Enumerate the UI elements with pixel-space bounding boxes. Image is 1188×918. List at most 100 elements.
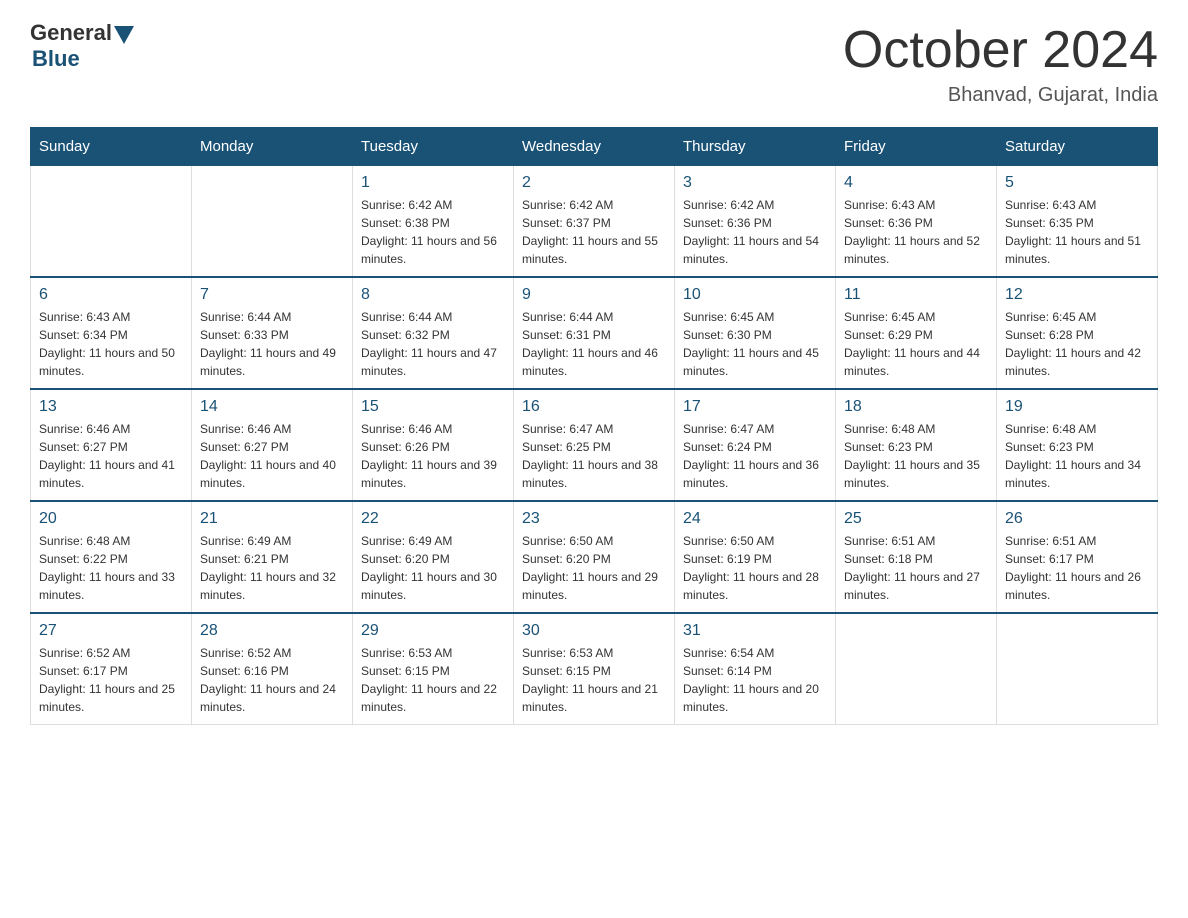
- calendar-cell: 9 Sunrise: 6:44 AMSunset: 6:31 PMDaylight…: [514, 277, 675, 389]
- day-number: 4: [844, 174, 988, 192]
- day-info: Sunrise: 6:44 AMSunset: 6:32 PMDaylight:…: [361, 308, 505, 380]
- header-day-wednesday: Wednesday: [514, 128, 675, 166]
- day-info: Sunrise: 6:48 AMSunset: 6:23 PMDaylight:…: [1005, 420, 1149, 492]
- day-number: 23: [522, 510, 666, 528]
- day-number: 16: [522, 398, 666, 416]
- day-info: Sunrise: 6:52 AMSunset: 6:17 PMDaylight:…: [39, 644, 183, 716]
- calendar-cell: 5 Sunrise: 6:43 AMSunset: 6:35 PMDaylight…: [997, 166, 1158, 278]
- day-info: Sunrise: 6:52 AMSunset: 6:16 PMDaylight:…: [200, 644, 344, 716]
- day-info: Sunrise: 6:50 AMSunset: 6:20 PMDaylight:…: [522, 532, 666, 604]
- location-text: Bhanvad, Gujarat, India: [843, 84, 1158, 107]
- day-number: 26: [1005, 510, 1149, 528]
- day-info: Sunrise: 6:43 AMSunset: 6:34 PMDaylight:…: [39, 308, 183, 380]
- header-row: SundayMondayTuesdayWednesdayThursdayFrid…: [31, 128, 1158, 166]
- day-info: Sunrise: 6:44 AMSunset: 6:31 PMDaylight:…: [522, 308, 666, 380]
- day-info: Sunrise: 6:42 AMSunset: 6:36 PMDaylight:…: [683, 196, 827, 268]
- calendar-cell: 26 Sunrise: 6:51 AMSunset: 6:17 PMDayligh…: [997, 501, 1158, 613]
- week-row-3: 13Sunrise: 6:46 AMSunset: 6:27 PMDayligh…: [31, 389, 1158, 501]
- day-info: Sunrise: 6:46 AMSunset: 6:27 PMDaylight:…: [200, 420, 344, 492]
- calendar-cell: [997, 613, 1158, 725]
- day-info: Sunrise: 6:51 AMSunset: 6:18 PMDaylight:…: [844, 532, 988, 604]
- day-number: 6: [39, 286, 183, 304]
- day-number: 17: [683, 398, 827, 416]
- day-info: Sunrise: 6:43 AMSunset: 6:35 PMDaylight:…: [1005, 196, 1149, 268]
- day-info: Sunrise: 6:46 AMSunset: 6:27 PMDaylight:…: [39, 420, 183, 492]
- day-number: 2: [522, 174, 666, 192]
- day-number: 21: [200, 510, 344, 528]
- calendar-cell: 6 Sunrise: 6:43 AMSunset: 6:34 PMDaylight…: [31, 277, 192, 389]
- day-number: 14: [200, 398, 344, 416]
- logo-triangle-icon: [114, 26, 134, 44]
- day-info: Sunrise: 6:47 AMSunset: 6:25 PMDaylight:…: [522, 420, 666, 492]
- day-number: 10: [683, 286, 827, 304]
- day-number: 9: [522, 286, 666, 304]
- header-day-sunday: Sunday: [31, 128, 192, 166]
- calendar-cell: 17 Sunrise: 6:47 AMSunset: 6:24 PMDayligh…: [675, 389, 836, 501]
- calendar-cell: 8 Sunrise: 6:44 AMSunset: 6:32 PMDaylight…: [353, 277, 514, 389]
- calendar-cell: 22 Sunrise: 6:49 AMSunset: 6:20 PMDayligh…: [353, 501, 514, 613]
- calendar-cell: 4 Sunrise: 6:43 AMSunset: 6:36 PMDaylight…: [836, 166, 997, 278]
- day-info: Sunrise: 6:47 AMSunset: 6:24 PMDaylight:…: [683, 420, 827, 492]
- calendar-cell: 13Sunrise: 6:46 AMSunset: 6:27 PMDayligh…: [31, 389, 192, 501]
- logo: General Blue: [30, 20, 134, 72]
- day-info: Sunrise: 6:48 AMSunset: 6:22 PMDaylight:…: [39, 532, 183, 604]
- day-number: 15: [361, 398, 505, 416]
- day-info: Sunrise: 6:49 AMSunset: 6:21 PMDaylight:…: [200, 532, 344, 604]
- day-info: Sunrise: 6:53 AMSunset: 6:15 PMDaylight:…: [522, 644, 666, 716]
- day-number: 25: [844, 510, 988, 528]
- day-number: 5: [1005, 174, 1149, 192]
- calendar-cell: 23 Sunrise: 6:50 AMSunset: 6:20 PMDayligh…: [514, 501, 675, 613]
- header-day-thursday: Thursday: [675, 128, 836, 166]
- day-info: Sunrise: 6:51 AMSunset: 6:17 PMDaylight:…: [1005, 532, 1149, 604]
- month-year-title: October 2024: [843, 20, 1158, 80]
- header-day-tuesday: Tuesday: [353, 128, 514, 166]
- week-row-5: 27 Sunrise: 6:52 AMSunset: 6:17 PMDayligh…: [31, 613, 1158, 725]
- calendar-cell: 14 Sunrise: 6:46 AMSunset: 6:27 PMDayligh…: [192, 389, 353, 501]
- week-row-4: 20Sunrise: 6:48 AMSunset: 6:22 PMDayligh…: [31, 501, 1158, 613]
- week-row-1: 1Sunrise: 6:42 AMSunset: 6:38 PMDaylight…: [31, 166, 1158, 278]
- day-info: Sunrise: 6:44 AMSunset: 6:33 PMDaylight:…: [200, 308, 344, 380]
- day-info: Sunrise: 6:43 AMSunset: 6:36 PMDaylight:…: [844, 196, 988, 268]
- day-number: 27: [39, 622, 183, 640]
- title-section: October 2024 Bhanvad, Gujarat, India: [843, 20, 1158, 107]
- day-number: 31: [683, 622, 827, 640]
- calendar-cell: 27 Sunrise: 6:52 AMSunset: 6:17 PMDayligh…: [31, 613, 192, 725]
- logo-general-text: General: [30, 20, 112, 46]
- calendar-cell: 24Sunrise: 6:50 AMSunset: 6:19 PMDayligh…: [675, 501, 836, 613]
- calendar-cell: 2 Sunrise: 6:42 AMSunset: 6:37 PMDaylight…: [514, 166, 675, 278]
- calendar-cell: 19 Sunrise: 6:48 AMSunset: 6:23 PMDayligh…: [997, 389, 1158, 501]
- calendar-cell: 31Sunrise: 6:54 AMSunset: 6:14 PMDayligh…: [675, 613, 836, 725]
- calendar-cell: 29 Sunrise: 6:53 AMSunset: 6:15 PMDayligh…: [353, 613, 514, 725]
- calendar-cell: 25 Sunrise: 6:51 AMSunset: 6:18 PMDayligh…: [836, 501, 997, 613]
- calendar-cell: 3 Sunrise: 6:42 AMSunset: 6:36 PMDaylight…: [675, 166, 836, 278]
- calendar-cell: 10Sunrise: 6:45 AMSunset: 6:30 PMDayligh…: [675, 277, 836, 389]
- day-number: 19: [1005, 398, 1149, 416]
- day-info: Sunrise: 6:45 AMSunset: 6:28 PMDaylight:…: [1005, 308, 1149, 380]
- day-number: 7: [200, 286, 344, 304]
- calendar-cell: 21 Sunrise: 6:49 AMSunset: 6:21 PMDayligh…: [192, 501, 353, 613]
- day-number: 11: [844, 286, 988, 304]
- day-number: 3: [683, 174, 827, 192]
- day-number: 30: [522, 622, 666, 640]
- calendar-cell: 7 Sunrise: 6:44 AMSunset: 6:33 PMDaylight…: [192, 277, 353, 389]
- calendar-cell: 30 Sunrise: 6:53 AMSunset: 6:15 PMDayligh…: [514, 613, 675, 725]
- day-info: Sunrise: 6:48 AMSunset: 6:23 PMDaylight:…: [844, 420, 988, 492]
- calendar-cell: [192, 166, 353, 278]
- header-day-monday: Monday: [192, 128, 353, 166]
- day-number: 28: [200, 622, 344, 640]
- day-info: Sunrise: 6:50 AMSunset: 6:19 PMDaylight:…: [683, 532, 827, 604]
- header-day-friday: Friday: [836, 128, 997, 166]
- day-info: Sunrise: 6:53 AMSunset: 6:15 PMDaylight:…: [361, 644, 505, 716]
- day-number: 8: [361, 286, 505, 304]
- calendar-cell: 11Sunrise: 6:45 AMSunset: 6:29 PMDayligh…: [836, 277, 997, 389]
- calendar-cell: 12Sunrise: 6:45 AMSunset: 6:28 PMDayligh…: [997, 277, 1158, 389]
- calendar-cell: 28 Sunrise: 6:52 AMSunset: 6:16 PMDayligh…: [192, 613, 353, 725]
- day-info: Sunrise: 6:42 AMSunset: 6:37 PMDaylight:…: [522, 196, 666, 268]
- calendar-table: SundayMondayTuesdayWednesdayThursdayFrid…: [30, 127, 1158, 725]
- calendar-cell: 15Sunrise: 6:46 AMSunset: 6:26 PMDayligh…: [353, 389, 514, 501]
- calendar-cell: [31, 166, 192, 278]
- day-info: Sunrise: 6:49 AMSunset: 6:20 PMDaylight:…: [361, 532, 505, 604]
- day-number: 29: [361, 622, 505, 640]
- calendar-cell: 18Sunrise: 6:48 AMSunset: 6:23 PMDayligh…: [836, 389, 997, 501]
- day-number: 22: [361, 510, 505, 528]
